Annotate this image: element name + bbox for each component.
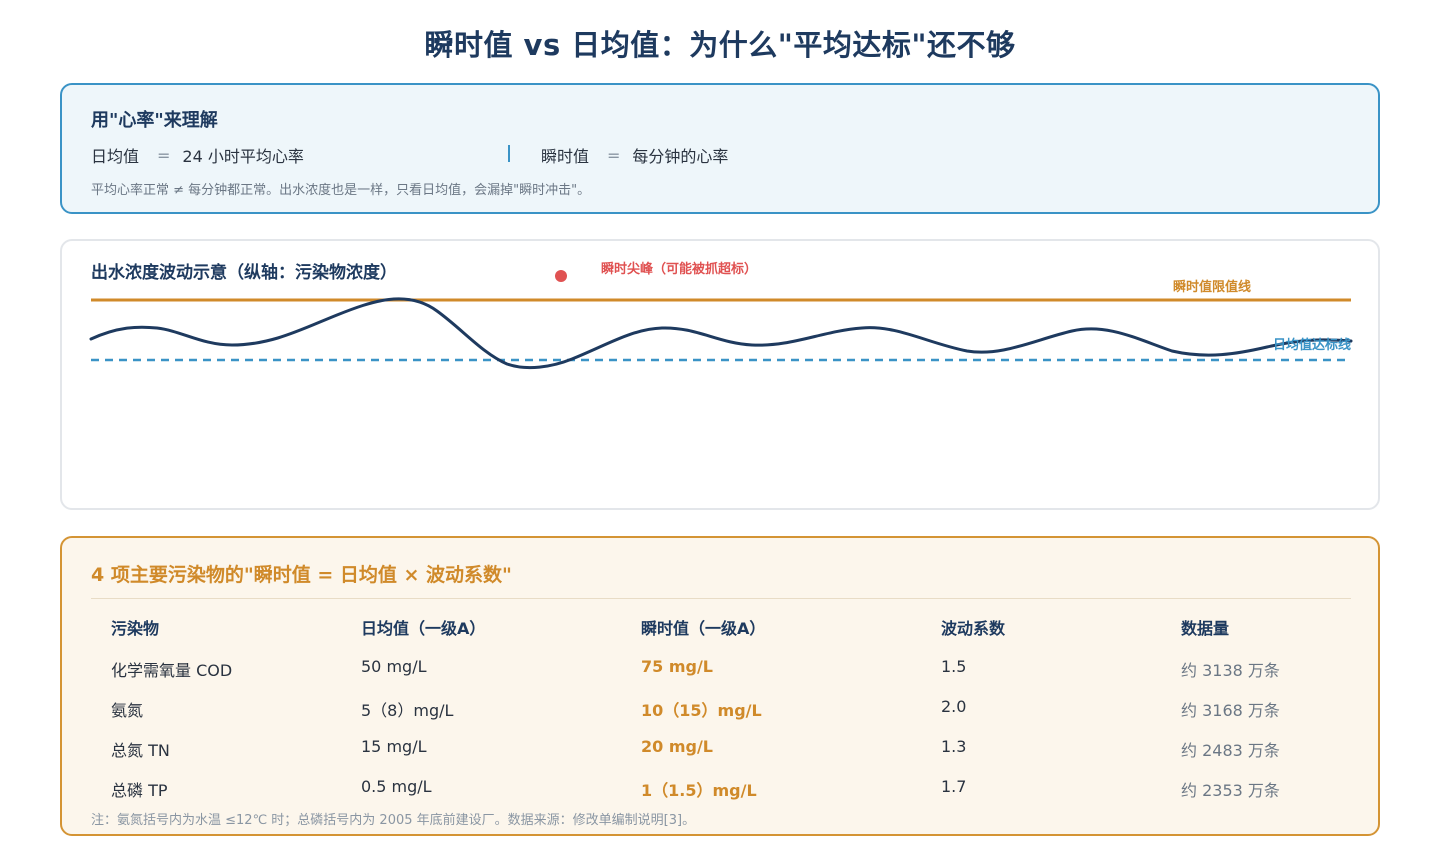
daily-limit-label: 日均值达标线: [1273, 337, 1351, 353]
analogy-instant: 瞬时值 = 每分钟的心率: [541, 143, 728, 167]
table-header-factor: 波动系数: [941, 619, 1006, 638]
analogy-note: 平均心率正常 ≠ 每分钟都正常。出水浓度也是一样，只看日均值，会漏掉"瞬时冲击"…: [91, 183, 591, 198]
table-header-count: 数据量: [1181, 619, 1230, 638]
analogy-instant-def: 每分钟的心率: [632, 147, 729, 166]
table-row-tp-daily: 0.5 mg/L: [361, 777, 432, 796]
page-title: 瞬时值 vs 日均值：为什么"平均达标"还不够: [424, 28, 1016, 62]
analogy-daily-term: 日均值: [91, 147, 140, 166]
table-row-tn-factor: 1.3: [941, 737, 967, 756]
table-row-nh3-daily: 5（8）mg/L: [361, 701, 454, 720]
pollutant-table-card: 4 项主要污染物的"瞬时值 = 日均值 × 波动系数" 污染物 日均值（一级A）…: [60, 536, 1380, 836]
table-row-nh3-instant: 10（15）mg/L: [641, 701, 762, 720]
equals-sign: =: [157, 145, 171, 165]
instant-limit-label: 瞬时值限值线: [1173, 279, 1251, 295]
spike-label: 瞬时尖峰（可能被抓超标）: [601, 261, 757, 277]
table-row-tn-name: 总氮 TN: [111, 741, 170, 760]
wave-chart-card: 瞬时尖峰（可能被抓超标） 瞬时值限值线 日均值达标线 出水浓度波动示意（纵轴：污…: [60, 239, 1380, 510]
table-header-pollutant: 污染物: [111, 619, 160, 638]
table-row-tp-factor: 1.7: [941, 777, 967, 796]
analogy-card: 用"心率"来理解 日均值 = 24 小时平均心率 瞬时值 = 每分钟的心率 平均…: [60, 83, 1380, 214]
table-row-tn-daily: 15 mg/L: [361, 737, 427, 756]
table-row-cod-count: 约 3138 万条: [1181, 661, 1280, 680]
concentration-wave: [89, 297, 1353, 370]
analogy-title: 用"心率"来理解: [91, 110, 218, 131]
analogy-separator: [508, 145, 510, 162]
chart-title: 出水浓度波动示意（纵轴：污染物浓度）: [91, 263, 397, 283]
table-header-daily: 日均值（一级A）: [361, 619, 486, 638]
table-header-instant: 瞬时值（一级A）: [641, 619, 766, 638]
equals-sign: =: [607, 145, 621, 165]
table-row-tn-instant: 20 mg/L: [641, 737, 713, 756]
table-row-cod-daily: 50 mg/L: [361, 657, 427, 676]
table-title: 4 项主要污染物的"瞬时值 = 日均值 × 波动系数": [91, 564, 512, 586]
table-row-cod-name: 化学需氧量 COD: [111, 661, 233, 680]
table-row-tn-count: 约 2483 万条: [1181, 741, 1280, 760]
analogy-instant-term: 瞬时值: [541, 147, 590, 166]
table-row-cod-factor: 1.5: [941, 657, 967, 676]
table-row-tp-instant: 1（1.5）mg/L: [641, 781, 757, 800]
table-footnote: 注：氨氮括号内为水温 ≤12℃ 时；总磷括号内为 2005 年底前建设厂。数据来…: [91, 813, 696, 828]
table-row-nh3-count: 约 3168 万条: [1181, 701, 1280, 720]
table-row-nh3-factor: 2.0: [941, 697, 967, 716]
table-row-nh3-name: 氨氮: [111, 701, 144, 720]
table-row-cod-instant: 75 mg/L: [641, 657, 713, 676]
analogy-daily: 日均值 = 24 小时平均心率: [91, 143, 304, 167]
table-row-tp-name: 总磷 TP: [111, 781, 168, 800]
spike-marker: [555, 270, 567, 282]
table-row-tp-count: 约 2353 万条: [1181, 781, 1280, 800]
table-divider: [91, 598, 1351, 599]
analogy-daily-def: 24 小时平均心率: [182, 147, 304, 166]
